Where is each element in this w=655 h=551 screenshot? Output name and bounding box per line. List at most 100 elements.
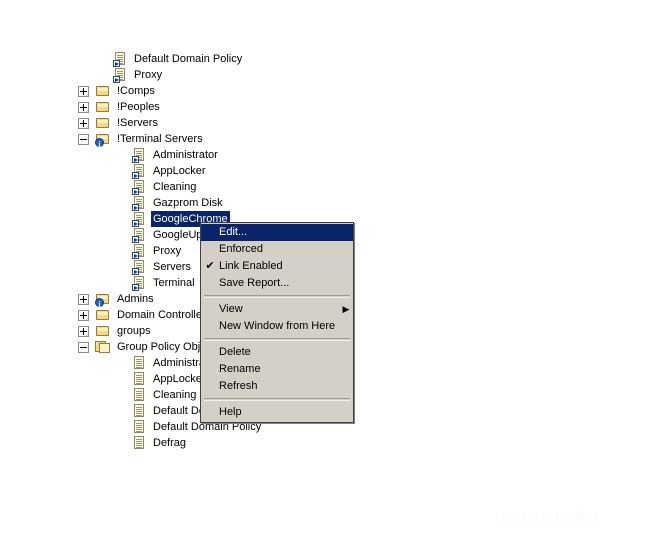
tree-expander-spacer (116, 359, 125, 368)
gpo-link-icon (112, 51, 128, 67)
menu-item[interactable]: Enforced (201, 241, 353, 258)
tree-expander-spacer (116, 391, 125, 400)
ou-folder-icon (95, 115, 111, 131)
menu-item[interactable]: Delete (201, 344, 353, 361)
tree-expander-spacer (116, 151, 125, 160)
ou-folder-icon (95, 323, 111, 339)
menu-item-label: Rename (219, 363, 261, 375)
gpo-link-icon (131, 211, 147, 227)
gpo-icon (131, 355, 147, 371)
tree-item-label: !Servers (117, 117, 158, 129)
gpo-icon (131, 419, 147, 435)
menu-item[interactable]: Save Report... (201, 275, 353, 292)
tree-expander-spacer (116, 231, 125, 240)
tree-item-label: Defrag (153, 437, 187, 449)
plus-expander-icon[interactable] (78, 101, 89, 113)
tree-item-label: !Peoples (117, 101, 160, 113)
tree-expander-spacer (97, 71, 106, 80)
plus-expander-icon[interactable] (78, 309, 89, 321)
tree-expander-spacer (116, 407, 125, 416)
watermark: remontka (500, 505, 600, 530)
menu-separator (204, 295, 350, 298)
menu-item-label: Refresh (219, 380, 258, 392)
tree-item[interactable]: !Servers (78, 115, 378, 131)
menu-separator (204, 398, 350, 401)
menu-item-label: Save Report... (219, 277, 290, 289)
menu-item[interactable]: Edit... (201, 224, 353, 241)
ou-folder-icon (95, 83, 111, 99)
tree-expander-spacer (116, 423, 125, 432)
tree-item[interactable]: !Terminal Servers (78, 131, 378, 153)
menu-item[interactable]: View ▶ (201, 301, 353, 318)
tree-item-label: Gazprom Disk (153, 197, 223, 209)
tree-item[interactable]: Cleaning (116, 179, 378, 195)
menu-item[interactable]: Refresh (201, 378, 353, 395)
menu-item-label: New Window from Here (219, 320, 336, 332)
minus-expander-icon[interactable] (78, 133, 89, 145)
tree-expander-spacer (116, 183, 125, 192)
tree-item-label: Default Domain Policy (134, 53, 243, 65)
plus-expander-icon[interactable] (78, 325, 89, 337)
tree-item-label: Proxy (134, 69, 163, 81)
gpo-container-icon (95, 339, 111, 355)
menu-item[interactable]: Rename (201, 361, 353, 378)
tree-item[interactable]: Default Domain Policy (97, 51, 378, 67)
menu-item-label: Link Enabled (219, 260, 283, 272)
checkmark-icon: ✔ (205, 260, 215, 272)
tree-item-label: !Terminal Servers (117, 133, 203, 145)
tree-item-label: Proxy (153, 245, 182, 257)
tree-expander-spacer (116, 247, 125, 256)
tree-item-label: Domain Controllers (117, 309, 212, 321)
ou-folder-icon (95, 307, 111, 323)
tree-item[interactable]: AppLocker (116, 163, 378, 179)
tree-expander-spacer (116, 199, 125, 208)
tree-expander-spacer (116, 375, 125, 384)
plus-expander-icon[interactable] (78, 293, 89, 305)
gpo-link-icon (131, 163, 147, 179)
gpo-link-icon (131, 275, 147, 291)
gpo-link-icon (112, 67, 128, 83)
tree-expander-spacer (97, 55, 106, 64)
tree-item-label: groups (117, 325, 151, 337)
ou-folder-warning-icon (95, 291, 111, 313)
tree-item-label: Cleaning (153, 181, 197, 193)
tree-item-label: Servers (153, 261, 191, 273)
gpo-link-icon (131, 243, 147, 259)
tree-item-label: Administrator (153, 149, 218, 161)
tree-item-label: Terminal (153, 277, 195, 289)
menu-item-label: View (219, 303, 243, 315)
submenu-arrow-icon: ▶ (342, 304, 350, 314)
menu-item[interactable]: New Window from Here (201, 318, 353, 335)
gpo-icon (131, 435, 147, 451)
gpo-link-icon (131, 195, 147, 211)
gpo-icon (131, 371, 147, 387)
tree-item[interactable]: !Peoples (78, 99, 378, 115)
menu-item-label: Enforced (219, 243, 264, 255)
tree-expander-spacer (116, 279, 125, 288)
ou-folder-icon (95, 99, 111, 115)
tree-expander-spacer (116, 167, 125, 176)
tree-item[interactable]: Gazprom Disk (116, 195, 378, 211)
plus-expander-icon[interactable] (78, 85, 89, 97)
tree-item-label: Admins (117, 293, 154, 305)
menu-item-label: Help (219, 406, 242, 418)
menu-item-label: Delete (219, 346, 251, 358)
minus-expander-icon[interactable] (78, 341, 89, 353)
tree-item[interactable]: !Comps (78, 83, 378, 99)
tree-item-label: AppLocker (153, 165, 206, 177)
context-menu[interactable]: Edit... Enforced ✔ Link Enabled Save Report.… (200, 222, 354, 423)
tree-expander-spacer (116, 263, 125, 272)
gpo-link-icon (131, 227, 147, 243)
tree-item-label: Cleaning (153, 389, 197, 401)
gpo-icon (131, 403, 147, 419)
tree-expander-spacer (116, 439, 125, 448)
menu-item[interactable]: ✔ Link Enabled (201, 258, 353, 275)
menu-item[interactable]: Help (201, 404, 353, 421)
ou-folder-warning-icon (95, 131, 111, 153)
tree-item[interactable]: Proxy (97, 67, 378, 83)
tree-expander-spacer (116, 215, 125, 224)
tree-item[interactable]: Administrator (116, 147, 378, 163)
tree-item[interactable]: Defrag (116, 435, 378, 451)
plus-expander-icon[interactable] (78, 117, 89, 129)
gpo-link-icon (131, 259, 147, 275)
